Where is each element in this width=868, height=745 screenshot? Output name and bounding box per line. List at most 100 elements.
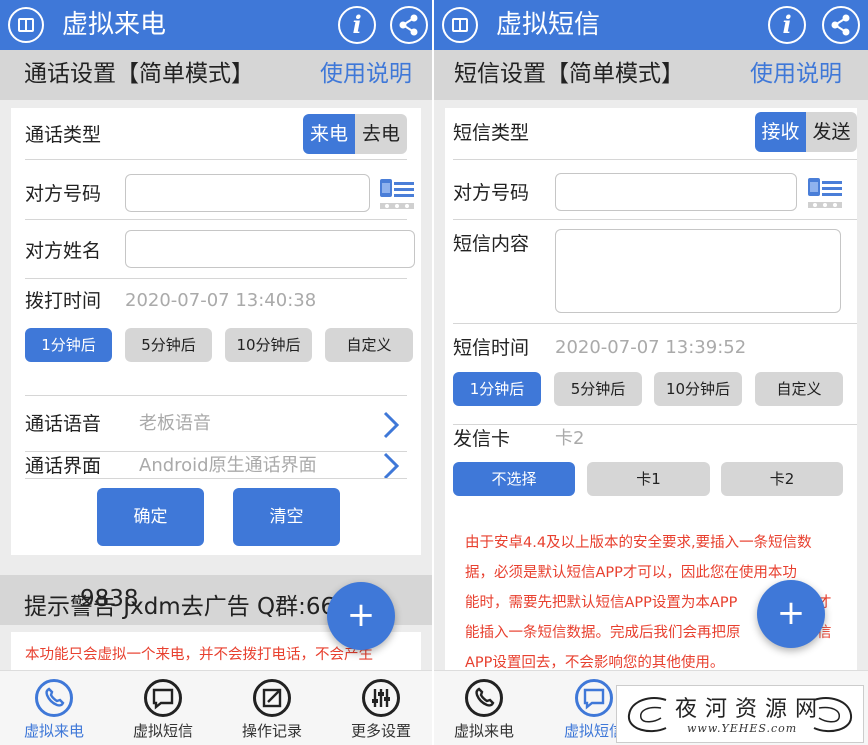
sliders-icon [362,679,400,717]
delay-5min-button[interactable]: 5分钟后 [554,372,642,406]
help-link[interactable]: 使用说明 [320,58,412,90]
info-icon[interactable]: i [768,6,806,44]
watermark-logo: 夜河资源网 www.YEHES.com [616,685,864,743]
sim-row: 发信卡 卡2 不选择 卡1 卡2 [453,426,857,506]
call-type-label: 通话类型 [25,124,102,146]
incoming-call-option[interactable]: 来电 [303,114,355,154]
nav-label: 虚拟来电 [23,722,84,740]
notice-line: 能插入一条短信数据。完成后我们会再把原 [465,625,741,641]
voice-row[interactable]: 通话语音 老板语音 [25,397,407,452]
warning-title: 提示警告 Jxdm去广告 Q群:66 [24,594,336,620]
sms-time-row: 短信时间 2020-07-07 13:39:52 1分钟后 5分钟后 10分钟后… [453,325,857,425]
number-input[interactable] [125,174,370,212]
content-label: 短信内容 [453,233,530,255]
settings-title: 短信设置【简单模式】 [454,61,684,87]
ui-value: Android原生通话界面 [139,455,317,476]
info-icon[interactable]: i [338,6,376,44]
app-menu-icon[interactable] [442,7,478,43]
sms-type-row: 短信类型 接收 发送 [453,108,857,160]
divider [25,478,407,479]
content-row: 短信内容 [453,221,857,324]
notice-line: 由于安卓4.4及以上版本的安全要求,要插入一条短信数 [465,535,812,551]
number-label: 对方号码 [25,183,102,205]
contacts-icon[interactable] [807,176,843,210]
send-option[interactable]: 发送 [806,112,857,152]
help-link[interactable]: 使用说明 [750,58,842,90]
share-icon[interactable] [822,6,860,44]
ui-label: 通话界面 [25,455,102,477]
nav-label: 操作记录 [241,722,302,740]
nav-label: 更多设置 [350,722,411,740]
chevron-right-icon [383,411,400,439]
app-title: 虚拟短信 [496,10,601,40]
sim-1-button[interactable]: 卡1 [587,462,710,496]
top-app-bar: 虚拟来电 i [0,0,432,50]
voice-value: 老板语音 [139,413,211,434]
top-app-bar: 虚拟短信 i [434,0,868,50]
outgoing-call-option[interactable]: 去电 [355,114,407,154]
dial-time-value[interactable]: 2020-07-07 13:40:38 [125,288,316,314]
chevron-right-icon [383,452,400,480]
settings-title: 通话设置【简单模式】 [24,61,254,87]
number-input[interactable] [555,173,797,211]
dial-time-label: 拨打时间 [25,290,102,312]
app-title: 虚拟来电 [62,10,167,40]
name-label: 对方姓名 [25,240,102,262]
sms-time-value[interactable]: 2020-07-07 13:39:52 [555,335,746,361]
notice-line: 能时，需要先把默认短信APP设置为本APP [465,595,738,611]
delay-1min-button[interactable]: 1分钟后 [453,372,541,406]
nav-virtual-sms[interactable]: 虚拟短信 [113,671,213,745]
share-icon[interactable] [390,6,428,44]
clear-button[interactable]: 清空 [233,488,340,546]
nav-records[interactable]: 操作记录 [222,671,322,745]
number-label: 对方号码 [453,182,530,204]
sim-2-button[interactable]: 卡2 [721,462,843,496]
name-input[interactable] [125,230,415,268]
settings-header: 短信设置【简单模式】 使用说明 [434,50,868,100]
sms-time-label: 短信时间 [453,337,530,359]
sim-value: 卡2 [555,428,585,449]
add-fab-button[interactable]: + [327,582,395,650]
app-menu-icon[interactable] [8,7,44,43]
ornament-icon [627,697,667,733]
delay-custom-button[interactable]: 自定义 [755,372,843,406]
number-row: 对方号码 [453,161,857,220]
nav-more-settings[interactable]: 更多设置 [331,671,431,745]
sim-none-button[interactable]: 不选择 [453,462,575,496]
call-type-toggle: 来电 去电 [303,114,407,154]
confirm-button[interactable]: 确定 [97,488,204,546]
number-row: 对方号码 [25,161,414,220]
virtual-sms-screen: 虚拟短信 i 短信设置【简单模式】 使用说明 短信类型 接收 发送 对方号码 短… [434,0,868,745]
notice-text: 本功能只会虚拟一个来电，并不会拨打电话，不会产生 [25,647,373,663]
virtual-call-screen: 虚拟来电 i 通话设置【简单模式】 使用说明 通话类型 来电 去电 对方号码 对… [0,0,432,745]
contacts-icon[interactable] [379,177,415,211]
content-textarea[interactable] [555,229,841,313]
settings-header: 通话设置【简单模式】 使用说明 [0,50,432,100]
nav-virtual-call[interactable]: 虚拟来电 [434,671,534,745]
sms-type-toggle: 接收 发送 [755,112,857,152]
call-settings-card: 通话类型 来电 去电 对方号码 对方姓名 拨打时间 2020-07-07 13:… [11,108,421,555]
add-fab-button[interactable]: + [757,580,825,648]
sms-type-label: 短信类型 [453,122,530,144]
ui-row[interactable]: 通话界面 Android原生通话界面 [25,452,407,480]
nav-label: 虚拟来电 [453,722,514,740]
delay-custom-button[interactable]: 自定义 [325,328,413,362]
chat-bubble-icon [144,679,182,717]
phone-icon [35,679,73,717]
phone-icon [465,679,503,717]
nav-virtual-call[interactable]: 虚拟来电 [4,671,104,745]
edit-icon [253,679,291,717]
chat-bubble-icon [575,679,613,717]
call-type-row: 通话类型 来电 去电 [25,108,407,160]
receive-option[interactable]: 接收 [755,112,806,152]
watermark-text: 夜河资源网 [675,697,826,722]
delay-5min-button[interactable]: 5分钟后 [125,328,212,362]
nav-label: 虚拟短信 [132,722,193,740]
delay-10min-button[interactable]: 10分钟后 [225,328,312,362]
delay-10min-button[interactable]: 10分钟后 [654,372,742,406]
sim-label: 发信卡 [453,428,511,450]
name-row: 对方姓名 [25,221,415,279]
delay-1min-button[interactable]: 1分钟后 [25,328,112,362]
voice-label: 通话语音 [25,413,102,435]
bottom-nav: 虚拟来电 虚拟短信 操作记录 更多设置 [0,670,432,745]
